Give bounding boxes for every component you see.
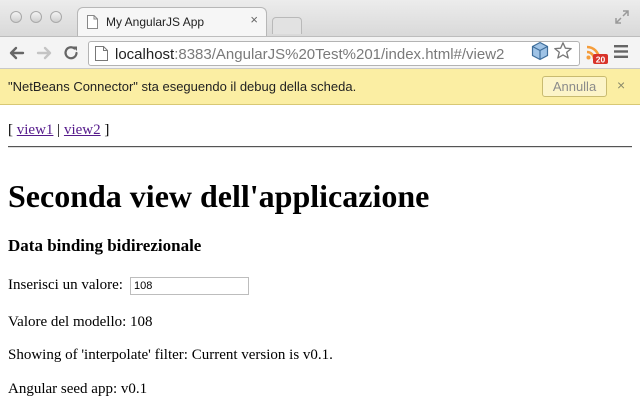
url-path: :8383/AngularJS%20Test%201/index.html#/v… [174,46,505,63]
page-icon [95,46,108,61]
rss-icon: 20 [586,45,608,64]
nav-open-bracket: [ [8,122,17,138]
menu-hamburger-icon[interactable] [614,45,628,58]
filter-text: Showing of 'interpolate' filter: Current… [8,347,333,363]
close-tab-icon[interactable]: × [250,13,258,27]
url-host: localhost [115,46,175,63]
url-text: localhost:8383/AngularJS%20Test%201/inde… [115,46,504,63]
horizontal-rule [8,146,632,148]
zoom-window-button[interactable] [50,11,62,23]
nav-separator: | [53,122,64,138]
rss-extension-icon[interactable]: 20 [583,39,609,65]
browser-tab[interactable]: My AngularJS App × [77,7,267,36]
model-value-text: Valore del modello: 108 [8,314,153,330]
back-arrow-icon[interactable] [7,43,27,63]
netbeans-cube-icon[interactable] [530,41,550,61]
browser-titlebar: My AngularJS App × [0,0,640,36]
minimize-window-button[interactable] [30,11,42,23]
address-bar[interactable]: localhost:8383/AngularJS%20Test%201/inde… [88,41,580,66]
close-window-button[interactable] [10,11,22,23]
infobar-message: "NetBeans Connector" sta eseguendo il de… [8,79,357,94]
extension-badge-count: 20 [596,54,606,64]
fullscreen-icon[interactable] [614,9,630,25]
cancel-debug-button[interactable]: Annulla [542,76,607,97]
section-heading: Data binding bidirezionale [8,236,202,255]
close-infobar-icon[interactable]: × [617,77,625,93]
input-label: Inserisci un valore: [8,277,123,293]
nav-close-bracket: ] [100,122,110,138]
reload-icon[interactable] [61,43,81,63]
page-title: Seconda view dell'applicazione [8,178,430,214]
app-version-text: Angular seed app: v0.1 [8,381,148,397]
view-navigation: [ view1 | view2 ] [8,122,109,139]
new-tab-button[interactable] [272,17,302,34]
forward-arrow-icon[interactable] [34,43,54,63]
tab-title: My AngularJS App [106,15,205,29]
view1-link[interactable]: view1 [17,122,54,138]
document-icon [87,15,98,29]
bookmark-star-icon[interactable] [553,41,573,61]
view2-link[interactable]: view2 [64,122,101,138]
debug-infobar: "NetBeans Connector" sta eseguendo il de… [0,69,640,105]
value-input[interactable] [130,277,249,295]
